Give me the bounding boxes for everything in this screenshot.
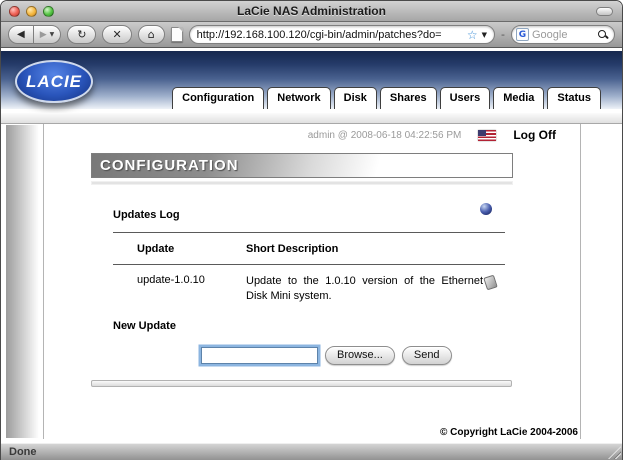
back-icon: ◀: [17, 29, 25, 40]
resize-grip[interactable]: [608, 446, 621, 459]
column-header-description: Short Description: [246, 243, 483, 255]
google-logo-icon[interactable]: G: [516, 28, 529, 41]
search-icon[interactable]: [598, 30, 608, 40]
back-button[interactable]: ◀: [8, 25, 34, 44]
address-bar[interactable]: ☆ ▼: [189, 25, 495, 44]
install-update-icon[interactable]: [483, 275, 497, 291]
divider: [113, 232, 505, 233]
table-header-row: Update Short Description: [113, 243, 505, 255]
nav-cluster: ◀ ▶ ▼: [8, 25, 61, 44]
log-off-link[interactable]: Log Off: [513, 128, 556, 142]
column-header-update: Update: [113, 243, 246, 255]
toolbar-separator: -: [501, 28, 505, 41]
language-flag-icon[interactable]: [478, 130, 496, 141]
bottom-separator-bar: [91, 380, 512, 387]
sub-header-bar: [1, 113, 622, 124]
tab-network[interactable]: Network: [267, 87, 330, 109]
copyright-text: © Copyright LaCie 2004-2006: [440, 427, 578, 438]
new-update-title: New Update: [113, 320, 505, 332]
updates-log-header: Updates Log: [113, 205, 505, 223]
home-button[interactable]: ⌂: [138, 25, 165, 44]
update-description-cell: Update to the 1.0.10 version of the Ethe…: [246, 274, 483, 304]
divider: [113, 264, 505, 265]
tab-status[interactable]: Status: [547, 87, 601, 109]
forward-button[interactable]: ▶ ▼: [34, 25, 62, 44]
stop-button[interactable]: ✕: [102, 25, 131, 44]
main-content: admin @ 2008-06-18 04:22:56 PM Log Off C…: [43, 124, 581, 439]
home-icon: ⌂: [148, 28, 155, 41]
toolbar-toggle-button[interactable]: [596, 7, 613, 16]
session-row: admin @ 2008-06-18 04:22:56 PM Log Off: [44, 128, 580, 142]
status-bar: Done: [1, 443, 622, 460]
left-shadow-band: [6, 125, 39, 438]
search-input[interactable]: [532, 29, 595, 41]
content-inner: Updates Log Update Short Description upd…: [113, 205, 505, 365]
updates-log-title: Updates Log: [113, 209, 180, 221]
bookmark-star-icon[interactable]: ☆: [467, 29, 478, 41]
tab-configuration[interactable]: Configuration: [172, 87, 264, 109]
browse-button[interactable]: Browse...: [325, 346, 395, 365]
window-title: LaCie NAS Administration: [1, 4, 622, 18]
reload-icon: ↻: [77, 28, 86, 41]
lacie-logo-text: LACIE: [26, 72, 82, 92]
tab-users[interactable]: Users: [440, 87, 491, 109]
lacie-logo: LACIE: [15, 60, 93, 103]
reload-button[interactable]: ↻: [67, 25, 96, 44]
title-bar: LaCie NAS Administration: [1, 1, 622, 22]
tab-disk[interactable]: Disk: [334, 87, 377, 109]
browser-toolbar: ◀ ▶ ▼ ↻ ✕ ⌂ ☆ ▼ - G: [1, 22, 622, 48]
status-text: Done: [9, 446, 37, 458]
history-dropdown-icon: ▼: [50, 31, 55, 38]
search-bar[interactable]: G: [511, 25, 615, 44]
banner-underline: [91, 181, 513, 185]
stop-icon: ✕: [112, 28, 121, 41]
url-input[interactable]: [197, 29, 463, 41]
forward-icon: ▶: [40, 30, 47, 40]
update-file-input[interactable]: [201, 347, 318, 364]
page-viewport: LACIE Configuration Network Disk Shares …: [1, 49, 622, 443]
send-button[interactable]: Send: [402, 346, 452, 365]
page-proxy-icon[interactable]: [171, 27, 183, 42]
update-name-cell: update-1.0.10: [113, 274, 246, 304]
url-dropdown-icon[interactable]: ▼: [482, 31, 487, 39]
browser-window: LaCie NAS Administration ◀ ▶ ▼ ↻ ✕ ⌂ ☆ ▼: [0, 0, 623, 460]
session-user-info: admin @ 2008-06-18 04:22:56 PM: [308, 130, 462, 141]
tab-shares[interactable]: Shares: [380, 87, 437, 109]
sphere-icon: [480, 203, 492, 215]
tab-media[interactable]: Media: [493, 87, 544, 109]
upload-form: Browse... Send: [201, 346, 505, 365]
page-title: CONFIGURATION: [91, 153, 513, 178]
table-row: update-1.0.10 Update to the 1.0.10 versi…: [113, 274, 505, 304]
site-header: LACIE Configuration Network Disk Shares …: [1, 51, 622, 111]
nav-tabs: Configuration Network Disk Shares Users …: [172, 87, 601, 109]
